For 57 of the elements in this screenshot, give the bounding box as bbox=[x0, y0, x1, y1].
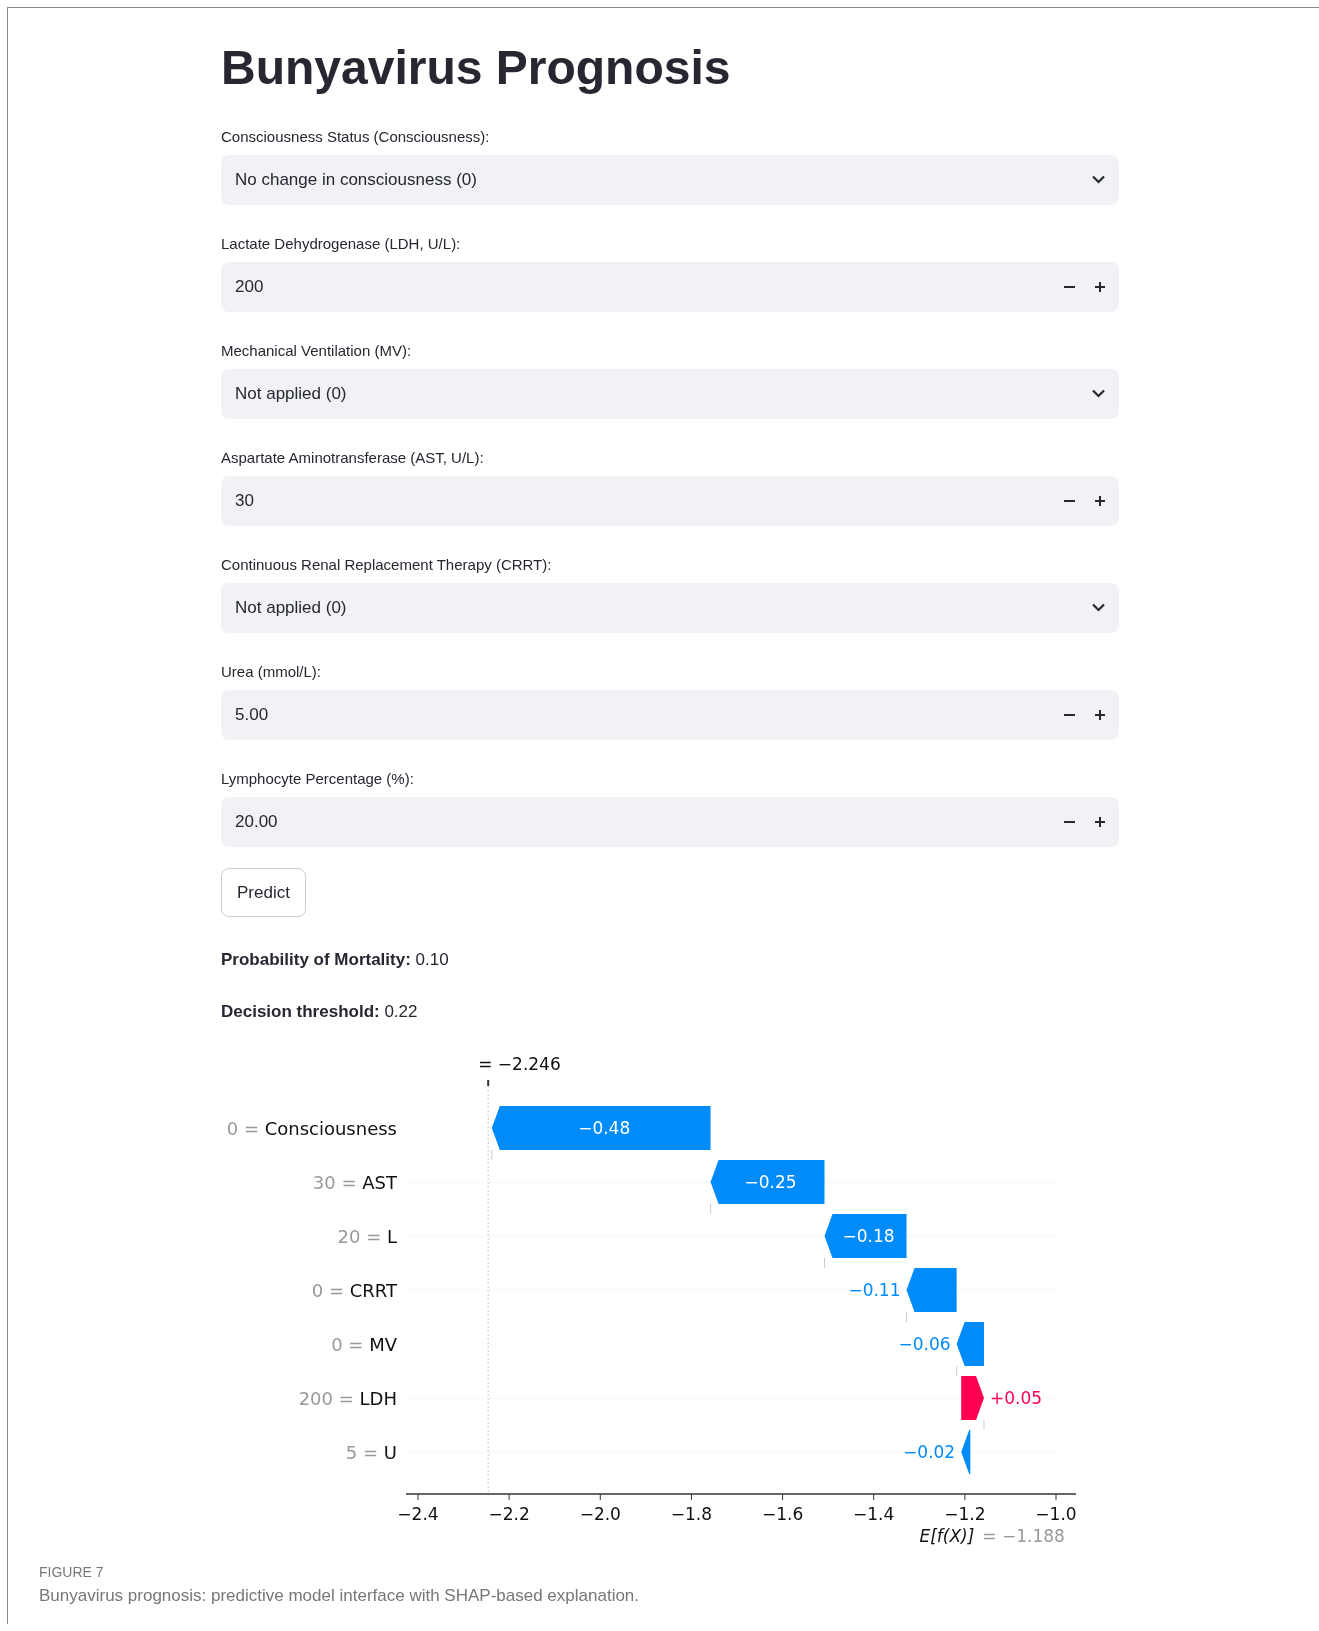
figure-label: FIGURE 7 bbox=[39, 1562, 105, 1582]
value-label: +0.05 bbox=[990, 1388, 1043, 1409]
prediction-label: = −2.246 bbox=[478, 1054, 561, 1075]
feature-label: 5 = U bbox=[345, 1442, 397, 1464]
number-field[interactable]: 30 bbox=[221, 475, 1119, 526]
tick-mark bbox=[487, 1079, 490, 1088]
tick-label: −1.6 bbox=[761, 1504, 804, 1525]
plus-icon bbox=[1095, 709, 1105, 720]
tick-label: −2.4 bbox=[397, 1504, 439, 1525]
chevron-down-icon bbox=[1092, 603, 1105, 613]
result-text: Probability of Mortality: 0.10 bbox=[221, 949, 450, 972]
page-title: Bunyavirus Prognosis bbox=[221, 42, 732, 95]
left-arrow-bar bbox=[956, 1322, 984, 1367]
feature-label: 200 = LDH bbox=[298, 1388, 397, 1410]
feature-label: 20 = L bbox=[337, 1226, 397, 1248]
tick-label: −1.0 bbox=[1035, 1504, 1077, 1525]
number-field[interactable]: 20.00 bbox=[221, 796, 1119, 847]
expected-value-label: E[f(X)] bbox=[919, 1526, 975, 1547]
field-label: Mechanical Ventilation (MV): bbox=[221, 340, 413, 361]
tick-label: −1.2 bbox=[944, 1504, 986, 1525]
dropdown-field[interactable]: Not applied (0) bbox=[221, 368, 1119, 419]
dropdown-field[interactable]: Not applied (0) bbox=[221, 582, 1119, 633]
field-label: Lactate Dehydrogenase (LDH, U/L): bbox=[221, 233, 462, 254]
field-label: Lymphocyte Percentage (%): bbox=[221, 768, 415, 789]
left-arrow-bar bbox=[906, 1268, 957, 1313]
predict-button[interactable]: Predict bbox=[221, 867, 306, 918]
value-label: −0.18 bbox=[842, 1226, 895, 1247]
feature-label: 0 = CRRT bbox=[311, 1280, 397, 1302]
chevron-down-icon bbox=[1092, 389, 1105, 399]
value-label: −0.02 bbox=[903, 1442, 956, 1463]
value-label: −0.06 bbox=[898, 1334, 951, 1355]
tick-label: −2.2 bbox=[488, 1504, 530, 1525]
result-text: Decision threshold: 0.22 bbox=[221, 1000, 419, 1023]
field-label: Aspartate Aminotransferase (AST, U/L): bbox=[221, 447, 485, 468]
field-label: Consciousness Status (Consciousness): bbox=[221, 126, 491, 147]
plus-icon bbox=[1095, 816, 1105, 827]
plus-icon bbox=[1095, 281, 1105, 292]
value-label: −0.48 bbox=[578, 1118, 631, 1139]
field-label: Continuous Renal Replacement Therapy (CRRT): bbox=[221, 554, 553, 575]
field-label: Urea (mmol/L): bbox=[221, 661, 322, 682]
right-arrow-bar bbox=[961, 1376, 984, 1421]
dropdown-field[interactable]: No change in consciousness (0) bbox=[221, 154, 1119, 205]
value-label: −0.11 bbox=[848, 1280, 901, 1301]
feature-label: 30 = AST bbox=[312, 1172, 397, 1194]
left-arrow-bar bbox=[961, 1430, 971, 1475]
tick-label: −2.0 bbox=[579, 1504, 621, 1525]
plus-icon bbox=[1095, 495, 1105, 506]
chevron-down-icon bbox=[1092, 175, 1105, 185]
feature-label: 0 = Consciousness bbox=[226, 1118, 397, 1140]
expected-value-number: = −1.188 bbox=[982, 1526, 1065, 1547]
tick-label: −1.8 bbox=[670, 1504, 713, 1525]
feature-label: 0 = MV bbox=[331, 1334, 397, 1356]
value-label: −0.25 bbox=[744, 1172, 797, 1193]
number-field[interactable]: 5.00 bbox=[221, 689, 1119, 740]
number-field[interactable]: 200 bbox=[221, 261, 1119, 312]
tick-label: −1.4 bbox=[853, 1504, 895, 1525]
figure-caption: Bunyavirus prognosis: predictive model interface with SHAP-based explanation. bbox=[39, 1584, 641, 1607]
